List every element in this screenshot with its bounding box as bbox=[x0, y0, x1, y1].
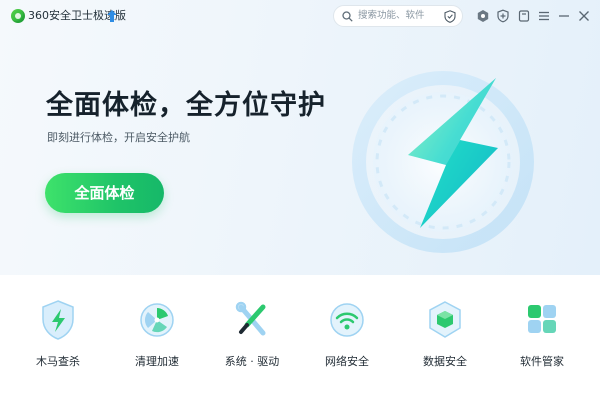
search-placeholder: 搜索功能、软件 bbox=[358, 10, 425, 21]
minimize-icon[interactable] bbox=[557, 9, 571, 23]
plugin-icon[interactable] bbox=[496, 9, 510, 23]
shield-icon[interactable] bbox=[444, 10, 456, 23]
lightning-bolt-icon bbox=[352, 71, 534, 253]
wifi-icon bbox=[330, 303, 364, 337]
feature-network-security[interactable]: 网络安全 bbox=[307, 299, 387, 379]
skin-icon[interactable] bbox=[517, 9, 531, 23]
feature-data-security[interactable]: 数据安全 bbox=[405, 299, 485, 379]
full-checkup-button[interactable]: 全面体检 bbox=[45, 173, 164, 213]
feature-bar: 木马查杀 清理加速 系统 · 驱动 网络安全 数据安全 软件管家 bbox=[0, 275, 600, 400]
close-icon[interactable] bbox=[577, 9, 591, 23]
search-icon bbox=[342, 11, 353, 22]
security-icon[interactable] bbox=[476, 9, 490, 23]
title-bar: 360安全卫士极速版 搜索功能、软件 bbox=[0, 0, 600, 32]
hero-headline: 全面体检，全方位守护 bbox=[46, 90, 326, 121]
logo-icon bbox=[11, 9, 25, 23]
feature-system-driver[interactable]: 系统 · 驱动 bbox=[212, 299, 292, 379]
hero-subline: 即刻进行体检，开启安全护航 bbox=[47, 131, 190, 144]
feature-cleanup[interactable]: 清理加速 bbox=[117, 299, 197, 379]
app-blocks-icon bbox=[528, 305, 556, 333]
feature-label: 清理加速 bbox=[135, 355, 179, 368]
feature-software-manager[interactable]: 软件管家 bbox=[502, 299, 582, 379]
feature-label: 网络安全 bbox=[325, 355, 369, 368]
fan-cleaner-icon bbox=[140, 303, 174, 337]
shield-lightning-icon bbox=[42, 300, 74, 340]
data-cube-icon bbox=[429, 301, 461, 338]
feature-label: 系统 · 驱动 bbox=[224, 355, 280, 368]
menu-icon[interactable] bbox=[537, 9, 551, 23]
feature-label: 木马查杀 bbox=[36, 355, 80, 368]
search-input[interactable]: 搜索功能、软件 bbox=[333, 5, 463, 27]
feature-trojan-scan[interactable]: 木马查杀 bbox=[18, 299, 98, 379]
feature-label: 软件管家 bbox=[520, 355, 564, 368]
wrench-screwdriver-icon bbox=[235, 301, 266, 336]
feature-label: 数据安全 bbox=[423, 355, 467, 368]
update-arrow-icon[interactable] bbox=[107, 10, 117, 22]
